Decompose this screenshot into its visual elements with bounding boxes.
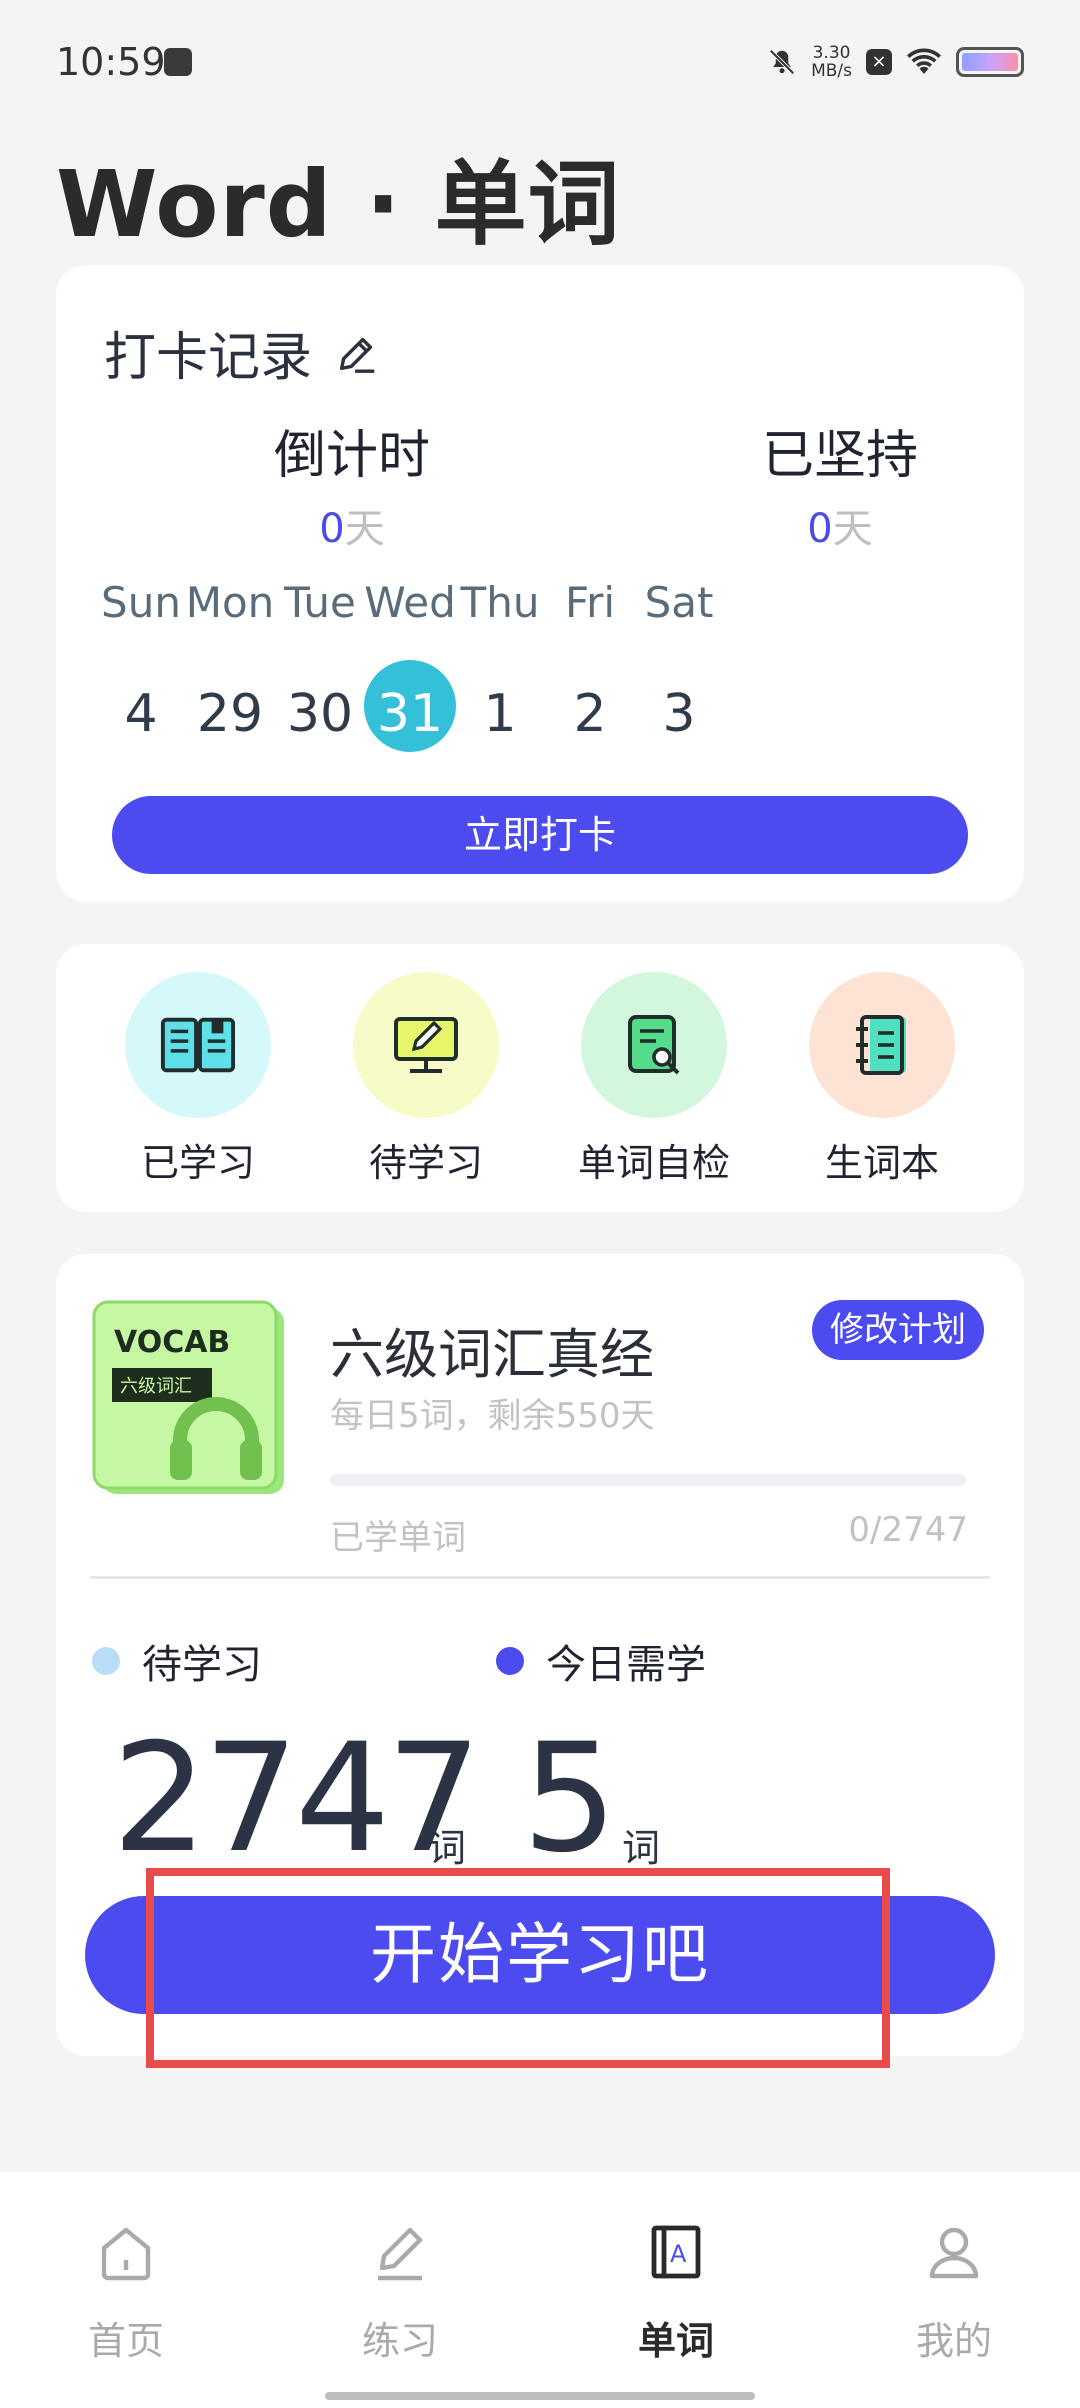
legend-pending: 待学习 <box>92 1632 262 1690</box>
countdown-label: 倒计时 <box>273 426 430 486</box>
day-name-sat: Sat <box>644 578 714 627</box>
nav-item-me[interactable]: 我的 <box>854 2220 1054 2365</box>
dictionary-icon: A <box>651 2225 701 2279</box>
sim-disabled-icon: × <box>866 49 892 75</box>
pending-count: 2747 <box>112 1712 482 1886</box>
nav-item-home[interactable]: 首页 <box>26 2220 226 2365</box>
book-open-icon <box>160 1017 236 1073</box>
shortcut-selfcheck[interactable]: 单词自检 <box>554 972 754 1187</box>
modify-plan-button[interactable]: 修改计划 <box>812 1300 984 1360</box>
learned-count: 0/2747 <box>848 1510 968 1550</box>
status-bar: 10:59 3.30 MB/s × <box>0 0 1080 124</box>
persist-label: 已坚持 <box>761 426 918 486</box>
checkin-card: 打卡记录 倒计时 0天 已坚持 0天 Sun Mon Tue Wed Thu F… <box>56 265 1024 902</box>
persist-stat: 已坚持 0天 <box>680 413 1000 554</box>
book-cover-subtitle: 六级词汇 <box>120 1376 192 1397</box>
learned-label: 已学单词 <box>330 1518 466 1558</box>
edit-icon[interactable] <box>334 330 380 376</box>
monitor-pen-icon <box>394 1017 458 1073</box>
nav-item-words[interactable]: A 单词 <box>576 2220 776 2365</box>
message-icon <box>164 48 192 76</box>
nav-item-practice[interactable]: 练习 <box>300 2220 500 2365</box>
legend-today-label: 今日需学 <box>546 1642 706 1688</box>
persist-number: 0 <box>807 506 833 552</box>
home-icon <box>101 2227 151 2281</box>
pencil-icon <box>378 2227 423 2281</box>
checkin-title: 打卡记录 <box>104 328 313 388</box>
legend-pending-dot <box>92 1647 120 1675</box>
shortcut-pending[interactable]: 待学习 <box>326 972 526 1187</box>
user-icon <box>929 2227 979 2279</box>
countdown-number: 0 <box>319 506 345 552</box>
shortcut-selfcheck-circle <box>581 972 727 1118</box>
day-date-sat[interactable]: 3 <box>619 674 739 754</box>
shortcut-vocabbook-label: 生词本 <box>824 1141 939 1185</box>
book-cover-image[interactable]: VOCAB 六级词汇 <box>92 1300 288 1496</box>
checkin-button[interactable]: 立即打卡 <box>112 796 968 874</box>
network-speed-unit: MB/s <box>811 61 852 81</box>
status-time: 10:59 <box>56 40 166 84</box>
plan-title: 六级词汇真经 <box>330 1323 654 1386</box>
home-indicator[interactable] <box>325 2392 755 2400</box>
nav-label-home: 首页 <box>87 2319 164 2363</box>
book-cover-title: VOCAB <box>114 1325 230 1360</box>
legend-today: 今日需学 <box>496 1632 706 1690</box>
battery-icon <box>956 47 1024 77</box>
checkin-header: 打卡记录 <box>104 315 380 390</box>
page-title: Word · 单词 <box>56 151 621 258</box>
wifi-icon <box>906 48 942 74</box>
nav-label-me: 我的 <box>915 2319 992 2363</box>
countdown-stat: 倒计时 0天 <box>192 413 512 554</box>
shortcut-learned-circle <box>125 972 271 1118</box>
persist-unit: 天 <box>832 506 873 552</box>
notebook-icon <box>856 1015 906 1075</box>
shortcut-learned[interactable]: 已学习 <box>98 972 298 1187</box>
today-count: 5 <box>522 1712 617 1886</box>
document-search-icon <box>628 1015 680 1075</box>
learned-progress-bar <box>330 1474 966 1486</box>
shortcut-pending-label: 待学习 <box>368 1141 483 1185</box>
study-plan-card: VOCAB 六级词汇 六级词汇真经 每日5词，剩余550天 修改计划 已学单词 … <box>56 1254 1024 2068</box>
start-learning-button[interactable]: 开始学习吧 <box>85 1896 995 2014</box>
countdown-unit: 天 <box>344 506 385 552</box>
network-speed: 3.30 MB/s <box>811 44 852 80</box>
bell-muted-icon <box>769 49 795 75</box>
shortcuts-card: 已学习 待学习 单词自检 生词本 <box>56 944 1024 1212</box>
svg-text:A: A <box>670 2240 687 2268</box>
nav-label-practice: 练习 <box>361 2319 438 2363</box>
countdown-value: 0天 <box>192 496 512 554</box>
shortcut-selfcheck-label: 单词自检 <box>577 1141 730 1185</box>
nav-label-words: 单词 <box>637 2319 714 2363</box>
shortcut-vocabbook[interactable]: 生词本 <box>782 972 982 1187</box>
shortcut-vocabbook-circle <box>809 972 955 1118</box>
persist-value: 0天 <box>680 496 1000 554</box>
legend-pending-label: 待学习 <box>142 1642 262 1688</box>
pending-count-unit: 词 <box>428 1826 467 1870</box>
plan-subtitle: 每日5词，剩余550天 <box>330 1396 655 1436</box>
network-speed-value: 3.30 <box>812 43 851 63</box>
status-icons: 3.30 MB/s × <box>767 42 1024 82</box>
shortcut-learned-label: 已学习 <box>140 1141 255 1185</box>
divider <box>90 1576 990 1579</box>
legend-today-dot <box>496 1647 524 1675</box>
bottom-navigation: 首页 练习 A 单词 我的 <box>0 2172 1080 2408</box>
shortcut-pending-circle <box>353 972 499 1118</box>
today-count-unit: 词 <box>622 1826 661 1870</box>
